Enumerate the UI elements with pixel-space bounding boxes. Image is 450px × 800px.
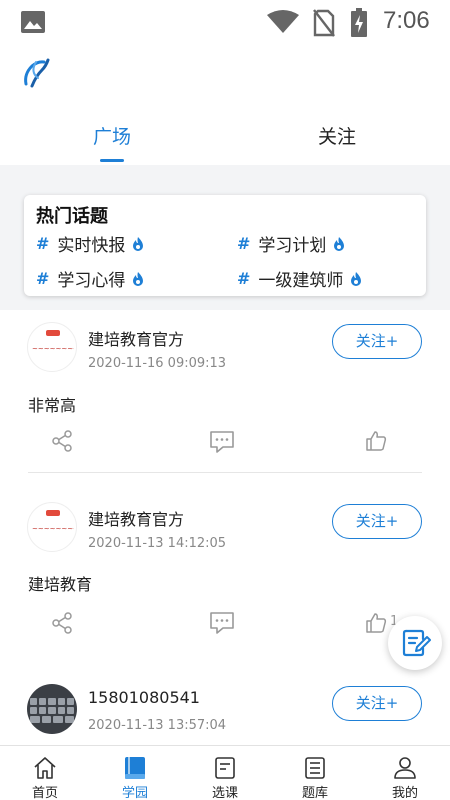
avatar[interactable]: ~~~~~~~~ bbox=[27, 322, 77, 372]
hot-icon bbox=[351, 271, 362, 286]
hot-icon bbox=[133, 236, 144, 251]
tab-follow[interactable]: 关注 bbox=[318, 122, 356, 149]
edit-note-icon bbox=[402, 629, 431, 657]
post-author[interactable]: 15801080541 bbox=[88, 688, 200, 707]
hash-icon: # bbox=[237, 234, 251, 253]
hot-icon bbox=[334, 236, 345, 251]
post-text: 非常高 bbox=[28, 396, 77, 415]
bottom-nav: 首页 学园 选课 题库 我的 bbox=[0, 745, 450, 800]
post-author[interactable]: 建培教育官方 bbox=[88, 506, 184, 530]
avatar-script: ~~~~~~~~ bbox=[32, 525, 74, 533]
topic-item[interactable]: # 学习心得 bbox=[36, 266, 145, 291]
home-icon bbox=[34, 757, 56, 779]
hot-icon bbox=[133, 271, 144, 286]
comment-icon[interactable] bbox=[209, 430, 235, 454]
hash-icon: # bbox=[237, 269, 251, 288]
avatar-stamp bbox=[46, 330, 60, 336]
topic-label: 学习计划 bbox=[258, 236, 327, 256]
post-time: 2020-11-13 13:57:04 bbox=[88, 718, 227, 733]
nav-label: 学园 bbox=[121, 786, 148, 800]
tab-plaza[interactable]: 广场 bbox=[93, 122, 131, 149]
topic-item[interactable]: # 一级建筑师 bbox=[237, 266, 363, 291]
avatar[interactable] bbox=[27, 684, 77, 734]
comment-icon[interactable] bbox=[209, 611, 235, 635]
profile-icon bbox=[394, 757, 416, 779]
follow-button[interactable]: 关注+ bbox=[332, 324, 422, 359]
topic-label: 学习心得 bbox=[57, 271, 126, 291]
nav-label: 首页 bbox=[31, 786, 58, 800]
book-icon bbox=[125, 757, 145, 779]
nav-academy[interactable]: 学园 bbox=[90, 746, 180, 800]
topic-item[interactable]: # 实时快报 bbox=[36, 231, 145, 256]
wifi-icon bbox=[267, 10, 299, 33]
avatar-script: ~~~~~~~~ bbox=[32, 345, 74, 353]
avatar[interactable]: ~~~~~~~~ bbox=[27, 502, 77, 552]
nav-courses[interactable]: 选课 bbox=[180, 746, 270, 800]
hot-topics-card: 热门话题 # 实时快报 # 学习计划 # 学习心得 # 一级建筑师 bbox=[24, 195, 426, 296]
follow-button[interactable]: 关注+ bbox=[332, 686, 422, 721]
follow-button[interactable]: 关注+ bbox=[332, 504, 422, 539]
status-bar: 7:06 bbox=[0, 0, 450, 45]
like-icon[interactable] bbox=[365, 430, 387, 452]
nav-label: 选课 bbox=[211, 786, 238, 800]
share-icon[interactable] bbox=[51, 612, 73, 634]
post-divider bbox=[28, 472, 422, 473]
top-tabs: 广场 关注 bbox=[0, 110, 450, 165]
nav-label: 题库 bbox=[301, 786, 328, 800]
post-author[interactable]: 建培教育官方 bbox=[88, 326, 184, 350]
app-logo bbox=[24, 58, 50, 88]
hot-topics-title: 热门话题 bbox=[36, 206, 108, 227]
nav-label: 我的 bbox=[391, 786, 418, 800]
nav-question-bank[interactable]: 题库 bbox=[270, 746, 360, 800]
avatar-stamp bbox=[46, 510, 60, 516]
nav-profile[interactable]: 我的 bbox=[360, 746, 450, 800]
compose-button[interactable] bbox=[388, 616, 442, 670]
like-icon[interactable] bbox=[365, 612, 387, 634]
topic-item[interactable]: # 学习计划 bbox=[237, 231, 346, 256]
post-text: 建培教育 bbox=[28, 575, 93, 594]
topic-label: 实时快报 bbox=[57, 236, 126, 256]
hash-icon: # bbox=[36, 234, 50, 253]
topic-label: 一级建筑师 bbox=[258, 271, 344, 291]
nav-home[interactable]: 首页 bbox=[0, 746, 90, 800]
no-sim-icon bbox=[313, 9, 335, 37]
course-icon bbox=[215, 757, 235, 779]
active-tab-indicator bbox=[100, 159, 124, 162]
hash-icon: # bbox=[36, 269, 50, 288]
post-time: 2020-11-16 09:09:13 bbox=[88, 356, 227, 371]
post-time: 2020-11-13 14:12:05 bbox=[88, 536, 227, 551]
question-bank-icon bbox=[305, 757, 325, 779]
battery-charging-icon bbox=[351, 8, 367, 37]
image-icon bbox=[21, 11, 45, 33]
share-icon[interactable] bbox=[51, 430, 73, 452]
status-time: 7:06 bbox=[383, 7, 430, 34]
